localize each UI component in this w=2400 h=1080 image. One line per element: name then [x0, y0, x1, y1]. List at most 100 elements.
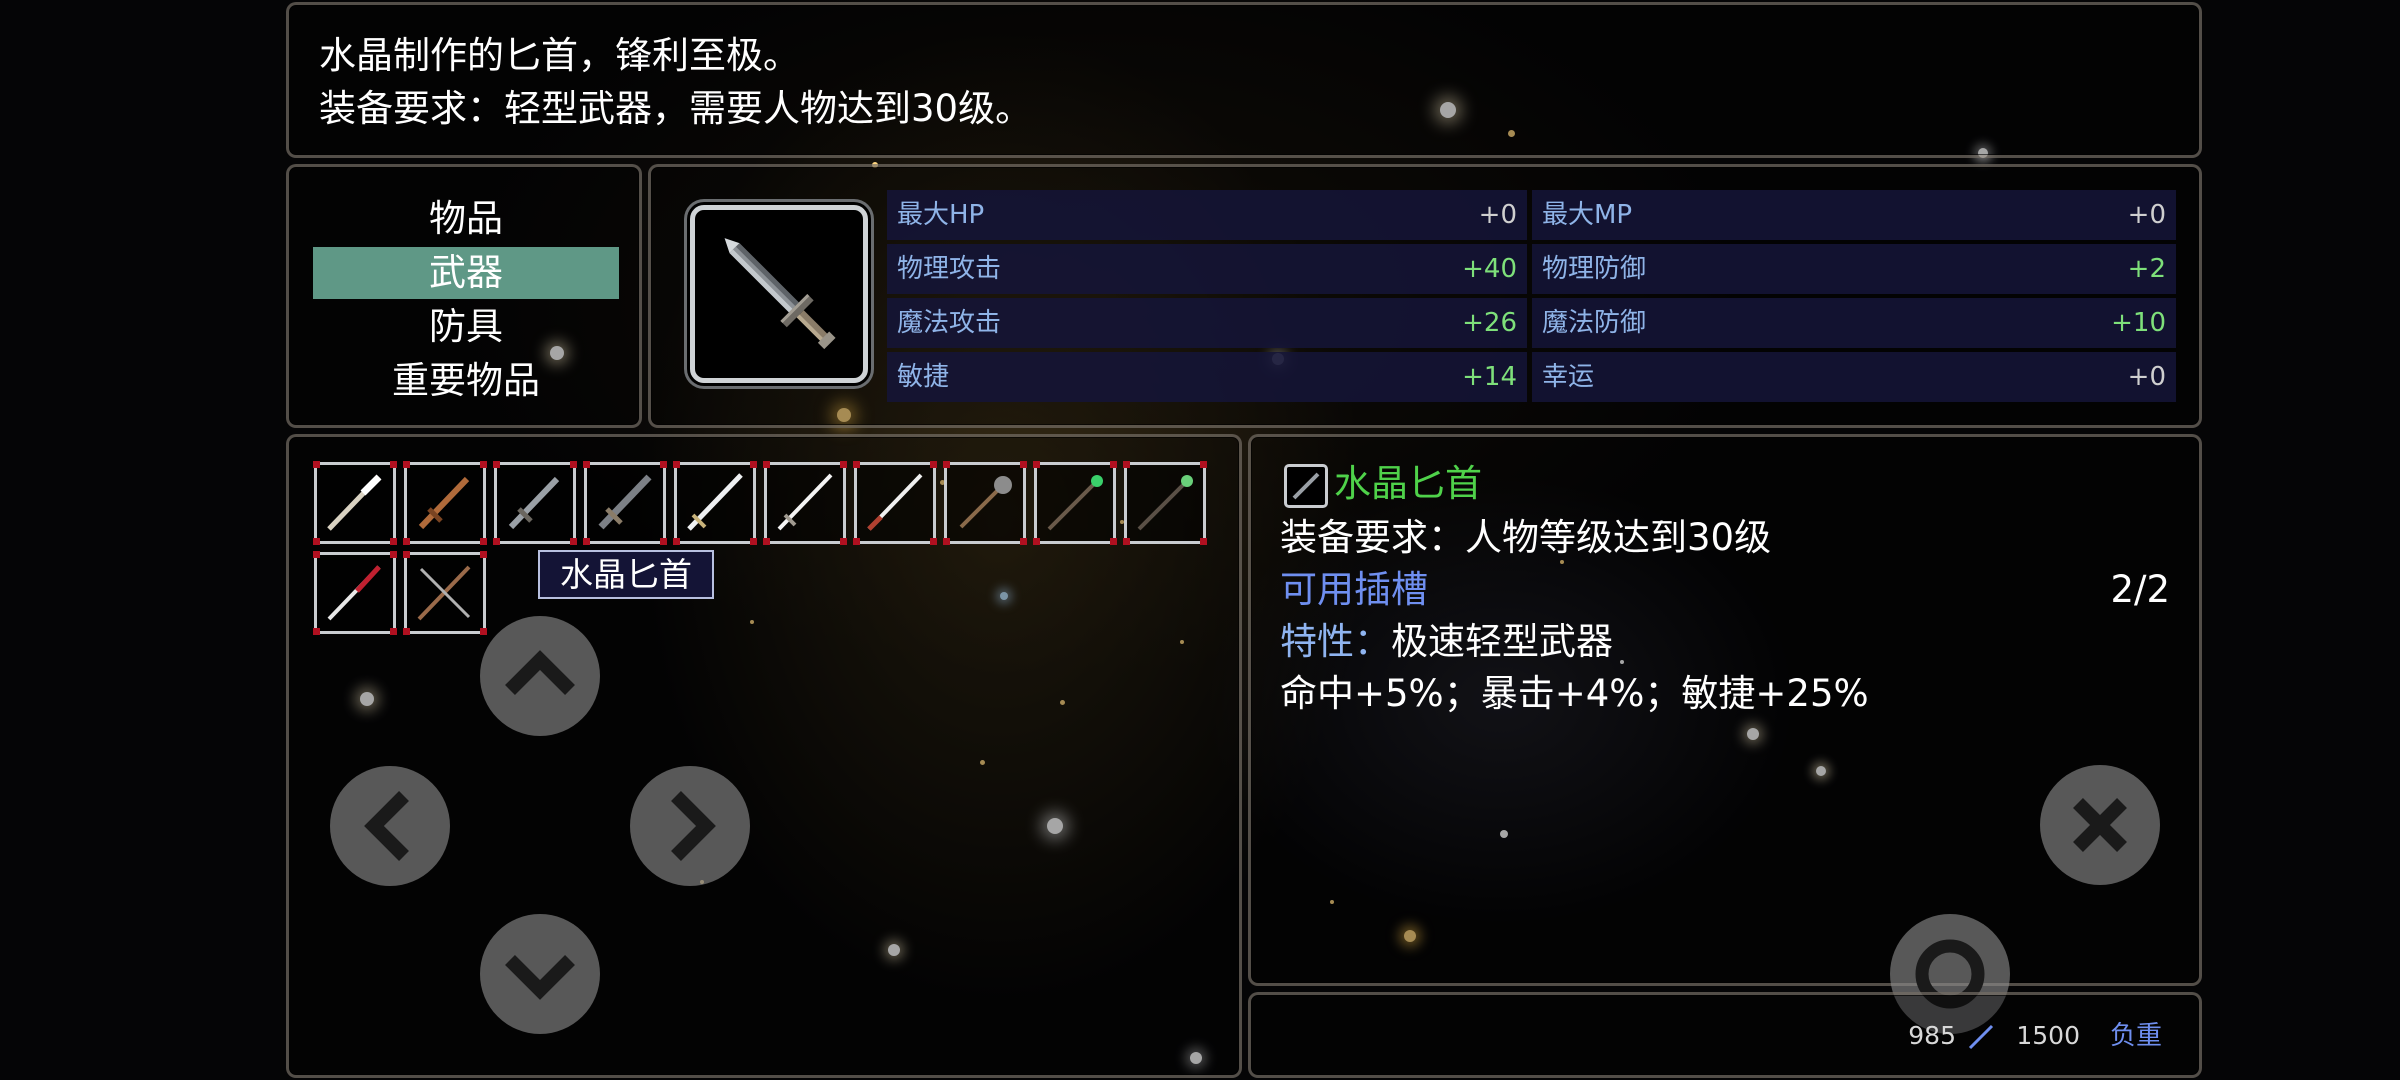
slot-corner-decoration [1110, 538, 1117, 545]
slot-corner-decoration [1020, 461, 1027, 468]
inventory-slot[interactable] [583, 461, 667, 545]
slot-corner-decoration [1123, 461, 1130, 468]
weight-current: 985 [1908, 1021, 1956, 1050]
stat-value: +0 [2127, 200, 2166, 230]
slot-corner-decoration [480, 461, 487, 468]
slot-corner-decoration [583, 461, 590, 468]
crystal-dagger-icon [1292, 472, 1320, 500]
category-key-items[interactable]: 重要物品 [313, 355, 619, 407]
stat-value: +0 [2127, 362, 2166, 392]
detail-item-name: 水晶匕首 [1334, 462, 1482, 505]
item-tooltip: 水晶匕首 [538, 550, 714, 599]
slot-corner-decoration [570, 538, 577, 545]
stat-luck: 幸运 +0 [1532, 352, 2176, 402]
red-spear-icon [327, 565, 381, 621]
stat-value: +26 [1462, 308, 1517, 338]
slot-corner-decoration [763, 461, 770, 468]
chevron-left-icon [364, 791, 409, 861]
inventory-slot[interactable] [943, 461, 1027, 545]
slot-corner-decoration [1200, 461, 1207, 468]
slot-corner-decoration [390, 461, 397, 468]
stat-mag-atk: 魔法攻击 +26 [887, 298, 1527, 348]
bronze-dagger-icon [418, 476, 470, 530]
stat-name: 物理防御 [1542, 254, 1647, 284]
detail-slots-label: 可用插槽 [1280, 568, 1428, 611]
mace-icon [959, 476, 1012, 529]
slot-corner-decoration [660, 538, 667, 545]
slot-corner-decoration [1033, 538, 1040, 545]
dpad-up-button[interactable] [480, 616, 600, 736]
jade-staff-icon [1137, 475, 1193, 531]
slot-corner-decoration [1200, 538, 1207, 545]
weight-max: 1500 [2016, 1021, 2080, 1050]
slot-corner-decoration [390, 628, 397, 635]
crystal-dagger-icon [724, 238, 836, 350]
stat-name: 最大HP [897, 200, 985, 230]
help-line-1: 水晶制作的匕首，锋利至极。 [319, 34, 800, 77]
stat-value: +2 [2127, 254, 2166, 284]
dpad-right-button[interactable] [630, 766, 750, 886]
chevron-right-icon [671, 791, 716, 861]
stat-max-hp: 最大HP +0 [887, 190, 1527, 240]
help-panel: 水晶制作的匕首，锋利至极。 装备要求：轻型武器，需要人物达到30级。 [286, 2, 2202, 158]
detail-bonuses: 命中+5%；暴击+4%；敏捷+25% [1280, 672, 1869, 715]
slot-corner-decoration [853, 538, 860, 545]
slot-corner-decoration [853, 461, 860, 468]
silver-sword-icon [687, 473, 743, 531]
detail-requirement: 装备要求：人物等级达到30级 [1280, 516, 1772, 559]
category-armor[interactable]: 防具 [313, 301, 619, 353]
slot-corner-decoration [313, 461, 320, 468]
inventory-slot[interactable] [313, 461, 397, 545]
slot-corner-decoration [840, 538, 847, 545]
detail-trait-value: 极速轻型武器 [1391, 620, 1613, 663]
slot-corner-decoration [930, 461, 937, 468]
slot-corner-decoration [673, 461, 680, 468]
inventory-slot[interactable] [853, 461, 937, 545]
inventory-slot[interactable] [1033, 461, 1117, 545]
stat-phys-atk: 物理攻击 +40 [887, 244, 1527, 294]
help-text: 水晶制作的匕首，锋利至极。 装备要求：轻型武器，需要人物达到30级。 [319, 29, 1032, 135]
inventory-slot[interactable] [403, 551, 487, 635]
slot-corner-decoration [313, 628, 320, 635]
inventory-slot[interactable] [493, 461, 577, 545]
stat-name: 敏捷 [897, 362, 950, 392]
slot-corner-decoration [403, 538, 410, 545]
crossed-blades-icon [417, 565, 471, 621]
dpad-down-button[interactable] [480, 914, 600, 1034]
slot-corner-decoration [313, 551, 320, 558]
inventory-slot[interactable] [403, 461, 487, 545]
dpad-left-button[interactable] [330, 766, 450, 886]
chevron-down-icon [505, 955, 575, 1000]
slot-corner-decoration [390, 538, 397, 545]
category-items[interactable]: 物品 [313, 193, 619, 245]
crystal-dagger-icon [508, 476, 560, 530]
help-line-2: 装备要求：轻型武器，需要人物达到30级。 [319, 87, 1033, 130]
stat-value: +10 [2111, 308, 2166, 338]
slot-corner-decoration [480, 551, 487, 558]
detail-trait: 特性：极速轻型武器 [1280, 616, 1613, 668]
slot-corner-decoration [673, 538, 680, 545]
stat-name: 魔法攻击 [897, 308, 1002, 338]
slot-corner-decoration [763, 538, 770, 545]
slot-corner-decoration [390, 551, 397, 558]
category-panel: 物品 武器 防具 重要物品 [286, 164, 642, 428]
close-button[interactable] [2040, 765, 2160, 885]
category-weapons[interactable]: 武器 [313, 247, 619, 299]
inventory-slot[interactable] [313, 551, 397, 635]
slot-corner-decoration [750, 538, 757, 545]
slash-divider-icon [1968, 1024, 1994, 1050]
stat-value: +0 [1478, 200, 1517, 230]
slot-corner-decoration [1110, 461, 1117, 468]
stat-name: 最大MP [1542, 200, 1633, 230]
stat-name: 幸运 [1542, 362, 1595, 392]
inventory-slot[interactable] [763, 461, 847, 545]
inventory-slot[interactable] [1123, 461, 1207, 545]
close-icon [2073, 798, 2127, 852]
inventory-slot[interactable] [673, 461, 757, 545]
slot-corner-decoration [943, 538, 950, 545]
stat-mag-def: 魔法防御 +10 [1532, 298, 2176, 348]
emerald-staff-icon [1047, 475, 1103, 531]
selected-item-icon-frame [690, 205, 868, 383]
slot-corner-decoration [493, 461, 500, 468]
weight-label: 负重 [2110, 1021, 2163, 1051]
